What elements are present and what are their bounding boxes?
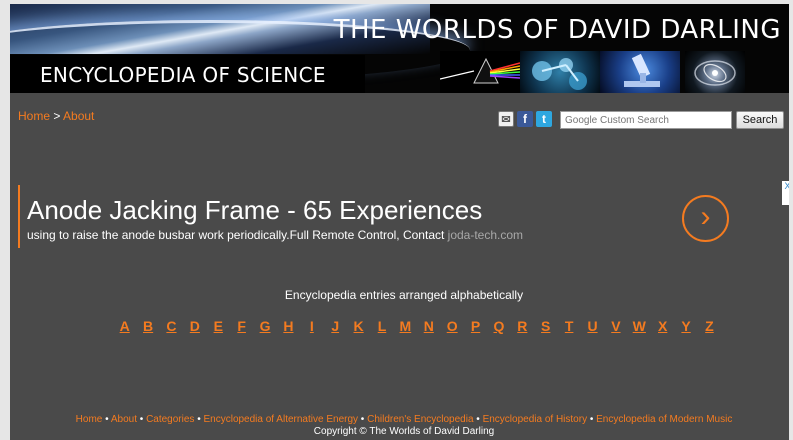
footer-link-encyclopedia-of-history[interactable]: Encyclopedia of History bbox=[483, 414, 588, 425]
ad-text: using to raise the anode busbar work per… bbox=[27, 228, 448, 242]
footer-separator: • bbox=[137, 414, 147, 425]
letter-link-m[interactable]: M bbox=[394, 318, 417, 334]
entries-label: Encyclopedia entries arranged alphabetic… bbox=[284, 288, 524, 302]
letter-link-f[interactable]: F bbox=[230, 318, 253, 334]
letter-link-n[interactable]: N bbox=[417, 318, 440, 334]
footer-links: Home • About • Categories • Encyclopedia… bbox=[0, 414, 793, 425]
header-image-strip bbox=[440, 51, 789, 93]
footer-link-about[interactable]: About bbox=[111, 414, 137, 425]
site-header: THE WORLDS OF DAVID DARLING ENCYCLOPEDIA… bbox=[10, 4, 789, 93]
search-button[interactable]: Search bbox=[736, 111, 784, 129]
footer-link-encyclopedia-of-alternative-energy[interactable]: Encyclopedia of Alternative Energy bbox=[203, 414, 358, 425]
breadcrumb: Home > About bbox=[18, 109, 94, 123]
footer-link-categories[interactable]: Categories bbox=[146, 414, 194, 425]
letter-link-g[interactable]: G bbox=[253, 318, 276, 334]
breadcrumb-home-link[interactable]: Home bbox=[18, 109, 50, 123]
molecule-image bbox=[520, 51, 600, 93]
letter-link-l[interactable]: L bbox=[370, 318, 393, 334]
footer-separator: • bbox=[102, 414, 111, 425]
ad-accent-bar bbox=[18, 185, 20, 248]
ad-domain[interactable]: joda-tech.com bbox=[448, 228, 523, 242]
letter-link-q[interactable]: Q bbox=[487, 318, 510, 334]
letter-link-j[interactable]: J bbox=[324, 318, 347, 334]
copyright: Copyright © The Worlds of David Darling bbox=[313, 426, 495, 437]
footer-separator: • bbox=[358, 414, 368, 425]
footer-separator: • bbox=[587, 414, 597, 425]
letter-link-y[interactable]: Y bbox=[674, 318, 697, 334]
footer-link-encyclopedia-of-modern-music[interactable]: Encyclopedia of Modern Music bbox=[596, 414, 732, 425]
site-subtitle[interactable]: ENCYCLOPEDIA OF SCIENCE bbox=[40, 63, 326, 87]
breadcrumb-about-link[interactable]: About bbox=[63, 109, 94, 123]
letter-link-t[interactable]: T bbox=[557, 318, 580, 334]
galaxy-image bbox=[685, 51, 745, 93]
microscope-image bbox=[600, 51, 680, 93]
letter-link-p[interactable]: P bbox=[464, 318, 487, 334]
twitter-icon[interactable]: t bbox=[536, 111, 552, 127]
letter-link-v[interactable]: V bbox=[604, 318, 627, 334]
letter-link-s[interactable]: S bbox=[534, 318, 557, 334]
ad-arrow-button[interactable]: › bbox=[682, 195, 729, 242]
email-icon[interactable]: ✉ bbox=[498, 111, 514, 127]
letter-link-c[interactable]: C bbox=[160, 318, 183, 334]
letter-link-x[interactable]: X bbox=[651, 318, 674, 334]
letter-link-a[interactable]: A bbox=[113, 318, 136, 334]
letter-link-z[interactable]: Z bbox=[698, 318, 721, 334]
breadcrumb-separator: > bbox=[50, 109, 64, 123]
letter-link-o[interactable]: O bbox=[440, 318, 463, 334]
letter-link-w[interactable]: W bbox=[628, 318, 651, 334]
ad-choices-icon[interactable]: X bbox=[782, 181, 793, 205]
letter-link-k[interactable]: K bbox=[347, 318, 370, 334]
prism-image bbox=[440, 51, 520, 93]
letter-link-i[interactable]: I bbox=[300, 318, 323, 334]
letter-link-e[interactable]: E bbox=[207, 318, 230, 334]
letter-link-u[interactable]: U bbox=[581, 318, 604, 334]
footer-link-children-s-encyclopedia[interactable]: Children's Encyclopedia bbox=[367, 414, 473, 425]
letter-link-d[interactable]: D bbox=[183, 318, 206, 334]
alphabet-index: ABCDEFGHIJKLMNOPQRSTUVWXYZ bbox=[113, 318, 721, 338]
footer-separator: • bbox=[473, 414, 483, 425]
letter-link-r[interactable]: R bbox=[511, 318, 534, 334]
facebook-icon[interactable]: f bbox=[517, 111, 533, 127]
search-input[interactable] bbox=[560, 111, 732, 129]
letter-link-h[interactable]: H bbox=[277, 318, 300, 334]
ad-title[interactable]: Anode Jacking Frame - 65 Experiences bbox=[27, 195, 482, 226]
site-title[interactable]: THE WORLDS OF DAVID DARLING bbox=[334, 15, 781, 45]
ad-description[interactable]: using to raise the anode busbar work per… bbox=[27, 228, 523, 242]
footer-link-home[interactable]: Home bbox=[76, 414, 103, 425]
letter-link-b[interactable]: B bbox=[136, 318, 159, 334]
